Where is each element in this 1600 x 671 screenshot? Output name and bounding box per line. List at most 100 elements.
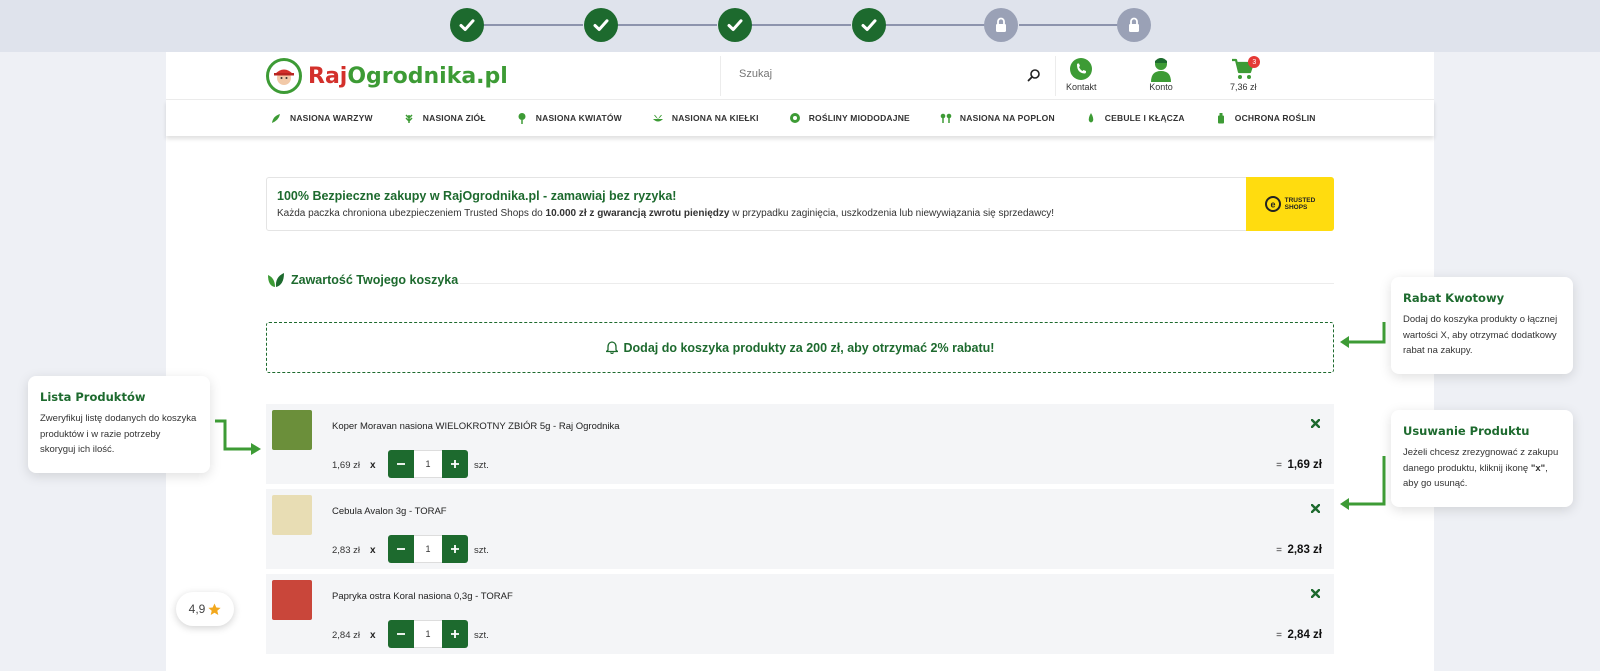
quantity-stepper	[388, 535, 468, 563]
lock-icon	[1129, 17, 1139, 32]
cart-product-row: Koper Moravan nasiona WIELOKROTNY ZBIÓR …	[266, 404, 1334, 484]
line-total: 2,83 zł	[1287, 544, 1322, 556]
trust-title: 100% Bezpieczne zakupy w RajOgrodnika.pl…	[277, 189, 677, 203]
check-icon	[727, 19, 743, 31]
minus-icon	[397, 633, 405, 635]
cart-count-badge: 3	[1248, 56, 1261, 68]
whatsapp-icon	[1069, 56, 1093, 82]
search-icon[interactable]	[1027, 68, 1041, 82]
quantity-input[interactable]	[414, 450, 442, 478]
nav-item-7[interactable]: CEBULE I KŁĄCZA	[1085, 112, 1185, 124]
star-icon	[208, 603, 221, 615]
multiply-sign: x	[370, 545, 376, 556]
decrease-quantity-button[interactable]	[388, 535, 414, 563]
cart-icon: 3	[1230, 56, 1261, 82]
search-input[interactable]	[739, 68, 999, 80]
multiply-sign: x	[370, 460, 376, 471]
logo[interactable]: RajOgrodnika.pl	[266, 58, 508, 94]
product-thumbnail[interactable]	[272, 580, 312, 620]
callout-lista-title: Lista Produktów	[40, 390, 146, 404]
bell-icon	[605, 341, 618, 354]
increase-quantity-button[interactable]	[442, 620, 468, 648]
product-name[interactable]: Cebula Avalon 3g - TORAF	[332, 506, 447, 517]
callout-rabat: Rabat Kwotowy Dodaj do koszyka produkty …	[1391, 277, 1573, 374]
lock-icon	[996, 17, 1006, 32]
step-3-done[interactable]	[718, 8, 752, 42]
checkout-progress	[0, 0, 1600, 52]
callout-lista-text: Zweryfikuj listę dodanych do koszyka pro…	[40, 413, 197, 455]
step-5-locked	[984, 8, 1018, 42]
step-1-done[interactable]	[450, 8, 484, 42]
product-name[interactable]: Koper Moravan nasiona WIELOKROTNY ZBIÓR …	[332, 421, 620, 432]
nav-item-label: CEBULE I KŁĄCZA	[1104, 113, 1185, 123]
nav-item-5[interactable]: ROŚLINY MIODODAJNE	[789, 112, 910, 124]
step-4-done[interactable]	[852, 8, 886, 42]
remove-product-button[interactable]	[1308, 586, 1322, 600]
multiply-sign: x	[370, 630, 376, 641]
svg-text:e: e	[1270, 200, 1275, 210]
arrow-lista-icon	[215, 419, 261, 455]
logo-text-ogrodnika: Ogrodnika.pl	[347, 63, 508, 89]
unit-label: szt.	[474, 460, 489, 471]
step-connector	[751, 24, 851, 26]
account-link[interactable]: Konto	[1149, 56, 1173, 92]
step-2-done[interactable]	[584, 8, 618, 42]
quantity-input[interactable]	[414, 620, 442, 648]
equals-sign: =	[1276, 630, 1282, 641]
bottle-icon	[1215, 112, 1227, 124]
decrease-quantity-button[interactable]	[388, 620, 414, 648]
basket-heading-text: Zawartość Twojego koszyka	[291, 273, 459, 287]
quantity-stepper	[388, 450, 468, 478]
quantity-input[interactable]	[414, 535, 442, 563]
check-icon	[459, 19, 475, 31]
product-thumbnail[interactable]	[272, 410, 312, 450]
nav-item-4[interactable]: NASIONA NA KIEŁKI	[652, 112, 759, 124]
line-total: 1,69 zł	[1287, 459, 1322, 471]
remove-product-button[interactable]	[1308, 416, 1322, 430]
nav-item-8[interactable]: OCHRONA ROŚLIN	[1215, 112, 1316, 124]
callout-rabat-text: Dodaj do koszyka produkty o łącznej wart…	[1403, 314, 1558, 356]
nav-item-label: OCHRONA ROŚLIN	[1234, 113, 1316, 123]
unit-price: 2,84 zł	[332, 630, 360, 641]
badge-text-1: TRUSTED	[1284, 197, 1316, 204]
product-thumbnail[interactable]	[272, 495, 312, 535]
increase-quantity-button[interactable]	[442, 535, 468, 563]
unit-price: 1,69 zł	[332, 460, 360, 471]
bulb-icon	[1085, 112, 1097, 124]
quantity-stepper	[388, 620, 468, 648]
contact-link[interactable]: Kontakt	[1066, 56, 1097, 92]
decrease-quantity-button[interactable]	[388, 450, 414, 478]
remove-product-button[interactable]	[1308, 501, 1322, 515]
user-icon	[1149, 56, 1173, 82]
increase-quantity-button[interactable]	[442, 450, 468, 478]
basket-heading: Zawartość Twojego koszyka	[267, 272, 458, 288]
cart-total: 7,36 zł	[1230, 82, 1257, 92]
nav-item-2[interactable]: NASIONA ZIÓŁ	[403, 112, 486, 124]
divider	[460, 283, 1334, 284]
nav-item-3[interactable]: NASIONA KWIATÓW	[516, 112, 622, 124]
trusted-shops-badge[interactable]: e TRUSTED SHOPS	[1246, 177, 1334, 231]
close-icon	[1310, 418, 1320, 428]
nav-item-label: NASIONA KWIATÓW	[535, 113, 622, 123]
minus-icon	[397, 463, 405, 465]
product-name[interactable]: Papryka ostra Koral nasiona 0,3g - TORAF	[332, 591, 513, 602]
rating-badge[interactable]: 4,9	[176, 592, 234, 626]
nav-item-label: NASIONA NA POPLON	[959, 113, 1055, 123]
nav-item-6[interactable]: NASIONA NA POPLON	[940, 112, 1055, 124]
flower-icon	[516, 112, 528, 124]
callout-rabat-title: Rabat Kwotowy	[1403, 291, 1505, 305]
trust-banner: 100% Bezpieczne zakupy w RajOgrodnika.pl…	[266, 177, 1334, 231]
callout-usuwanie-title: Usuwanie Produktu	[1403, 424, 1530, 438]
rating-value: 4,9	[188, 602, 206, 616]
unit-label: szt.	[474, 630, 489, 641]
trusted-shops-icon: e	[1264, 196, 1281, 212]
cart-product-row: Cebula Avalon 3g - TORAF 2,83 zł x szt. = 2,8…	[266, 489, 1334, 569]
site-header: RajOgrodnika.pl Kontakt Konto 3 7,36 zł	[166, 52, 1434, 100]
arrow-usuwanie-icon	[1340, 456, 1386, 510]
step-connector	[617, 24, 717, 26]
nav-item-1[interactable]: NASIONA WARZYW	[270, 112, 373, 124]
step-connector	[1019, 24, 1119, 26]
category-nav: NASIONA WARZYW NASIONA ZIÓŁ NASIONA KWIATÓ…	[166, 100, 1434, 136]
cart-link[interactable]: 3 7,36 zł	[1230, 56, 1261, 92]
contact-label: Kontakt	[1066, 82, 1097, 92]
